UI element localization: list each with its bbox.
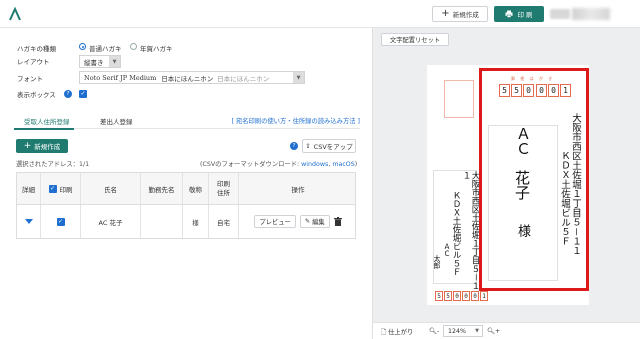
header-name: 氏名 <box>81 173 141 204</box>
sender-name-taro[interactable]: 太郎 <box>433 255 441 295</box>
top-bar: + 新規作成 印 刷 <box>0 0 640 28</box>
user-avatar[interactable] <box>550 9 570 19</box>
hagaki-type-label: ハガキの種類 <box>17 45 56 53</box>
preview-panel: 文字配置リセット 郵 便 は が き 5 5 0 0 0 1 ＡＣ 花子 様 大… <box>372 28 640 339</box>
table-header: 詳細 ✓ 印刷 氏名 勤務先名 敬称 印刷住所 操作 <box>17 173 355 205</box>
edit-button[interactable]: ✎ 編集 <box>299 215 330 228</box>
zip-digit: 0 <box>471 291 479 301</box>
help-link[interactable]: [ 宛名印刷の使い方・住所録の読み込み方法 ] <box>231 116 360 125</box>
user-menu[interactable] <box>572 8 610 20</box>
settings-panel: ハガキの種類 普通ハガキ 年賀ハガキ レイアウト 縦書き ▼ フォント Noto… <box>0 28 372 339</box>
reset-layout-button[interactable]: 文字配置リセット <box>381 33 449 46</box>
header-honorific: 敬称 <box>183 173 209 204</box>
csv-format-prefix: (CSVのフォーマットダウンロード: <box>200 161 302 168</box>
radio-normal-hagaki[interactable] <box>79 43 86 50</box>
sender-address-line1[interactable]: 大阪市西区土佐堀１丁目５－１１ <box>461 171 480 291</box>
pencil-icon: ✎ <box>304 218 311 225</box>
csv-upload-button[interactable]: ⇪ CSVをアップ <box>302 139 356 153</box>
row-honorific: 様 <box>183 205 209 238</box>
chevron-down-icon: ▼ <box>475 328 479 334</box>
header-print-address: 印刷住所 <box>209 173 239 204</box>
header-detail: 詳細 <box>17 173 41 204</box>
postcard-preview: 郵 便 は が き 5 5 0 0 0 1 ＡＣ 花子 様 大阪市西区土佐堀１丁… <box>427 65 589 305</box>
highlight-frame <box>479 68 589 291</box>
zip-digit: 0 <box>453 291 461 301</box>
font-sample: 日本にほんニホン <box>161 74 214 83</box>
font-select[interactable]: Noto Serif JP Medium 日本にほんニホン 日本にほんニホン ▼ <box>79 71 305 84</box>
stamp-area <box>444 80 474 118</box>
radio-normal-hagaki-label: 普通ハガキ <box>89 45 122 53</box>
header-actions: 操作 <box>291 185 305 194</box>
csv-format-download: (CSVのフォーマットダウンロード: windows, macOS) <box>200 159 357 168</box>
csv-windows-link[interactable]: windows <box>301 161 328 168</box>
layout-select-value: 縦書き <box>84 58 104 67</box>
row-actions: プレビュー ✎ 編集 <box>239 205 357 238</box>
zoom-in-icon[interactable]: 🔍︎+ <box>487 327 500 335</box>
selected-count: 選択されたアドレス：1/1 <box>16 161 90 168</box>
row-print-checkbox[interactable]: ✓ <box>56 217 65 226</box>
zoom-out-icon[interactable]: 🔍︎- <box>429 327 439 335</box>
font-select-value: Noto Serif JP Medium <box>84 73 157 82</box>
row-address-type: 自宅 <box>209 205 239 238</box>
select-all-checkbox[interactable]: ✓ <box>48 184 57 193</box>
add-recipient-label: 新規作成 <box>34 143 61 151</box>
expand-row-toggle[interactable] <box>17 205 41 238</box>
preview-toolbar: 🗋 仕上がり 🔍︎- 124% ▼ 🔍︎+ <box>373 322 640 339</box>
chevron-down-icon: ▼ <box>109 56 120 67</box>
radio-nenga-hagaki[interactable] <box>130 43 137 50</box>
address-tabs: 受取人住所登録 差出人登録 [ 宛名印刷の使い方・住所録の読み込み方法 ] <box>14 115 360 130</box>
plus-icon: + <box>23 140 32 151</box>
print-button-label: 印 刷 <box>517 11 533 19</box>
tab-sender[interactable]: 差出人登録 <box>100 116 133 126</box>
row-company <box>141 205 183 238</box>
sender-address-line2[interactable]: ＫＤＸ土佐堀ビル５Ｆ <box>451 191 461 291</box>
zoom-select[interactable]: 124% ▼ <box>443 325 483 337</box>
font-label: フォント <box>17 75 43 83</box>
new-button[interactable]: + 新規作成 <box>432 6 488 22</box>
finish-view-toggle[interactable]: 🗋 仕上がり <box>381 327 413 338</box>
help-icon[interactable]: ? <box>64 90 72 98</box>
row-print-cell: ✓ <box>41 205 81 238</box>
display-box-checkbox[interactable]: ✓ <box>79 90 87 98</box>
document-icon: 🗋 <box>381 329 387 336</box>
tab-recipient[interactable]: 受取人住所登録 <box>24 116 70 126</box>
header-company: 勤務先名 <box>141 173 183 204</box>
csv-mac-link[interactable]: macOS <box>332 161 354 168</box>
csv-upload-label: CSVをアップ <box>313 143 353 151</box>
zip-digit: 0 <box>462 291 470 301</box>
app-logo-icon[interactable] <box>8 7 22 21</box>
sender-name-ac[interactable]: ＡＣ <box>443 243 451 293</box>
layout-label: レイアウト <box>17 58 50 66</box>
plus-icon: + <box>441 8 450 19</box>
csv-format-suffix: ) <box>354 161 358 168</box>
layout-select[interactable]: 縦書き ▼ <box>79 55 121 68</box>
print-button[interactable]: 印 刷 <box>494 6 544 22</box>
upload-icon: ⇪ <box>305 142 311 150</box>
row-name: AC 花子 <box>81 205 141 238</box>
printer-icon <box>505 10 513 18</box>
help-icon[interactable]: ? <box>290 142 298 150</box>
sender-zip: 5 5 0 0 0 1 <box>435 291 488 301</box>
preview-button[interactable]: プレビュー <box>254 215 296 228</box>
chevron-down-icon: ▼ <box>293 72 304 83</box>
caret-down-icon <box>24 219 33 224</box>
zip-digit: 5 <box>444 291 452 301</box>
address-table: 詳細 ✓ 印刷 氏名 勤務先名 敬称 印刷住所 操作 ✓ AC 花子 様 自宅 … <box>16 172 356 239</box>
finish-label: 仕上がり <box>388 329 414 336</box>
table-row[interactable]: ✓ AC 花子 様 自宅 プレビュー ✎ 編集 <box>17 205 355 238</box>
radio-nenga-hagaki-label: 年賀ハガキ <box>140 45 173 53</box>
active-tab-indicator <box>14 128 74 130</box>
trash-icon[interactable] <box>333 217 342 226</box>
display-box-label: 表示ボックス <box>17 91 56 99</box>
font-sample-secondary: 日本にほんニホン <box>217 74 270 83</box>
add-recipient-button[interactable]: + 新規作成 <box>16 139 68 153</box>
zip-digit: 1 <box>480 291 488 301</box>
new-button-label: 新規作成 <box>452 11 479 19</box>
zip-digit: 5 <box>435 291 443 301</box>
zoom-value: 124% <box>448 327 467 335</box>
header-print: ✓ 印刷 <box>41 173 81 204</box>
header-print-label: 印刷 <box>59 185 73 194</box>
edit-button-label: 編集 <box>312 219 325 226</box>
